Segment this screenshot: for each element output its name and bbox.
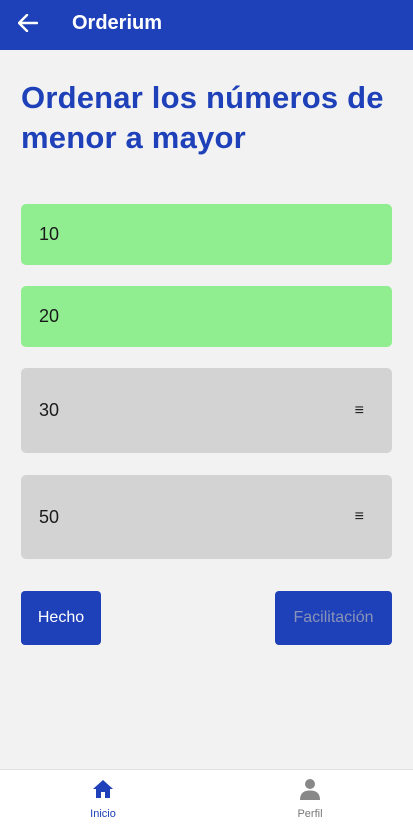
- number-item-label: 10: [39, 224, 60, 244]
- nav-item-profile[interactable]: Perfil: [250, 770, 370, 826]
- nav-item-home[interactable]: Inicio: [43, 770, 163, 826]
- number-item-label: 50: [39, 506, 60, 527]
- home-icon: [93, 780, 113, 798]
- page-title: Ordenar los números de menor a mayor: [21, 80, 384, 155]
- arrow-left-icon: [18, 14, 38, 32]
- app-bar: Orderium: [0, 0, 413, 50]
- number-item-label: 20: [39, 306, 60, 326]
- nav-label-profile: Perfil: [297, 808, 323, 820]
- number-item-label: 30: [39, 400, 60, 420]
- number-item-50[interactable]: 50 ≡: [21, 475, 392, 559]
- number-item-30[interactable]: 30 ≡: [21, 368, 392, 453]
- drag-handle-icon[interactable]: ≡: [355, 402, 364, 420]
- bottom-nav: Inicio Perfil: [0, 769, 413, 826]
- nav-label-home: Inicio: [90, 808, 116, 820]
- help-button[interactable]: Facilitación: [275, 591, 392, 645]
- person-icon: [300, 779, 320, 800]
- back-button[interactable]: [14, 9, 42, 37]
- drag-handle-icon[interactable]: ≡: [355, 508, 364, 526]
- done-button[interactable]: Hecho: [21, 591, 101, 645]
- number-item-10[interactable]: 10: [21, 204, 392, 265]
- app-title: Orderium: [72, 12, 163, 34]
- number-item-20[interactable]: 20: [21, 286, 392, 347]
